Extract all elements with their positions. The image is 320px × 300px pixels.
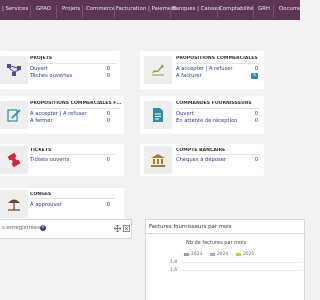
projets-icon-tile xyxy=(0,56,28,84)
nav-divider xyxy=(114,5,115,18)
nav-item-grh[interactable]: GRH xyxy=(258,6,270,18)
tickets-icon-tile xyxy=(0,146,28,174)
commandes-icon-tile xyxy=(144,101,172,129)
box-title: PROPOSITIONS COMMERCIALES xyxy=(176,56,258,61)
nav-divider xyxy=(253,5,254,18)
top-navigation-bar: | Services GPAO Projets Commerce Factura… xyxy=(0,0,300,20)
projets-count-ouvert[interactable]: 0 xyxy=(100,66,110,72)
ticket-icon xyxy=(7,152,21,168)
beach-icon xyxy=(8,199,20,211)
chart-title: Nb de factures par mois xyxy=(186,240,247,246)
propositions-commerciales-box: PROPOSITIONS COMMERCIALES A accepter | A… xyxy=(140,51,264,89)
legend-swatch-2025 xyxy=(236,253,241,256)
projets-row-ouvert[interactable]: Ouvert xyxy=(30,66,48,72)
supplier-propal-row-accepter[interactable]: A accepter | A refuser xyxy=(30,111,87,117)
signature-icon xyxy=(152,64,164,76)
project-icon xyxy=(7,64,21,76)
propal-row-facturer[interactable]: A facturer xyxy=(176,73,202,79)
conges-icon-tile xyxy=(0,190,28,218)
y-tick-label: 1.6 xyxy=(170,268,177,273)
gridline xyxy=(182,262,302,263)
box-divider xyxy=(30,154,116,155)
projets-row-taches[interactable]: Tâches ouvertes xyxy=(30,73,72,79)
widget-text: s enregistrées xyxy=(2,225,41,231)
box-title: COMMANDES FOURNISSEURS xyxy=(176,101,252,106)
propositions-icon-tile xyxy=(144,56,172,84)
orders-count-ouvert[interactable]: 0 xyxy=(248,111,258,117)
projets-count-taches[interactable]: 0 xyxy=(100,73,110,79)
orders-count-attente[interactable]: 0 xyxy=(248,118,258,124)
nav-divider xyxy=(217,5,218,18)
box-title: PROPOSITIONS COMMERCIALES FOURNISSEURS xyxy=(30,101,122,106)
legend-label-2023: 2023 xyxy=(191,252,203,257)
nav-item-commerce[interactable]: Commerce xyxy=(86,6,115,18)
conges-count-approuver[interactable]: 0 xyxy=(100,202,110,208)
commandes-fournisseurs-box: COMMANDES FOURNISSEURS Ouvert 0 En atten… xyxy=(140,96,264,134)
nav-divider xyxy=(170,5,171,18)
box-divider xyxy=(176,63,260,64)
nav-item-facturation[interactable]: Facturation | Paiement xyxy=(116,6,177,18)
box-divider xyxy=(176,154,260,155)
tickets-count-ouverts[interactable]: 0 xyxy=(100,157,110,163)
supplier-propal-count-fermer[interactable]: 0 xyxy=(100,118,110,124)
saved-items-widget: s enregistrées 0 xyxy=(0,219,132,239)
projets-box: PROJETS Ouvert 0 Tâches ouvertes 0 xyxy=(0,51,120,89)
nav-item-banques[interactable]: Banques | Caisses xyxy=(172,6,221,18)
propositions-fournisseurs-icon-tile xyxy=(0,101,28,129)
box-title: PROJETS xyxy=(30,56,53,61)
nav-item-projets[interactable]: Projets xyxy=(62,6,80,18)
widget-divider xyxy=(146,233,306,234)
box-divider xyxy=(176,108,260,109)
box-divider xyxy=(30,108,120,109)
bank-row-cheques[interactable]: Chèques à déposer xyxy=(176,157,226,163)
nav-divider xyxy=(56,5,57,18)
orders-row-attente[interactable]: En attente de réception xyxy=(176,118,237,124)
widget-count-badge: 0 xyxy=(40,225,46,231)
box-divider xyxy=(30,198,116,199)
legend-swatch-2024 xyxy=(210,253,215,256)
bank-icon-tile xyxy=(144,146,172,174)
supplier-invoices-widget: Factures fournisseurs par mois Nb de fac… xyxy=(145,219,306,300)
box-title: COMPTE BANCAIRE xyxy=(176,148,226,153)
orders-row-ouvert[interactable]: Ouvert xyxy=(176,111,194,117)
box-divider xyxy=(30,63,116,64)
propal-count-accepter[interactable]: 0 xyxy=(248,66,258,72)
bank-count-cheques[interactable]: 0 xyxy=(248,157,258,163)
widget-title: Factures fournisseurs par mois xyxy=(149,224,232,230)
nav-item-services[interactable]: | Services xyxy=(2,6,28,18)
document-icon xyxy=(153,108,163,122)
gridline xyxy=(182,270,302,271)
signature-icon xyxy=(7,109,21,122)
legend-label-2025: 2025 xyxy=(243,252,255,257)
close-icon[interactable] xyxy=(123,225,130,232)
nav-divider xyxy=(82,5,83,18)
box-title: TICKETS xyxy=(30,148,52,153)
nav-item-comptabilite[interactable]: Comptabilité xyxy=(219,6,254,18)
compte-bancaire-box: COMPTE BANCAIRE Chèques à déposer 0 xyxy=(140,144,264,176)
nav-divider xyxy=(30,5,31,18)
legend-swatch-2023 xyxy=(184,253,189,256)
supplier-propal-count-accepter[interactable]: 0 xyxy=(100,111,110,117)
propositions-fournisseurs-box: PROPOSITIONS COMMERCIALES FOURNISSEURS A… xyxy=(0,96,124,134)
nav-divider xyxy=(273,5,274,18)
tickets-row-ouverts[interactable]: Tickets ouverts xyxy=(30,157,69,163)
legend-label-2024: 2024 xyxy=(217,252,229,257)
propal-count-facturer-badge[interactable]: 4 xyxy=(251,73,258,79)
nav-item-documents[interactable]: Documen xyxy=(279,6,300,18)
propal-row-accepter[interactable]: A accepter | A refuser xyxy=(176,66,233,72)
box-title: CONGÉS xyxy=(30,192,52,197)
conges-row-approuver[interactable]: A approuver xyxy=(30,202,62,208)
tickets-box: TICKETS Tickets ouverts 0 xyxy=(0,144,124,176)
bank-icon xyxy=(151,154,165,167)
move-icon[interactable] xyxy=(114,225,121,232)
y-tick-label: 1.8 xyxy=(170,260,177,265)
supplier-propal-row-fermer[interactable]: A fermer xyxy=(30,118,53,124)
nav-item-gpao[interactable]: GPAO xyxy=(36,6,51,18)
conges-box: CONGÉS A approuver 0 xyxy=(0,188,124,220)
